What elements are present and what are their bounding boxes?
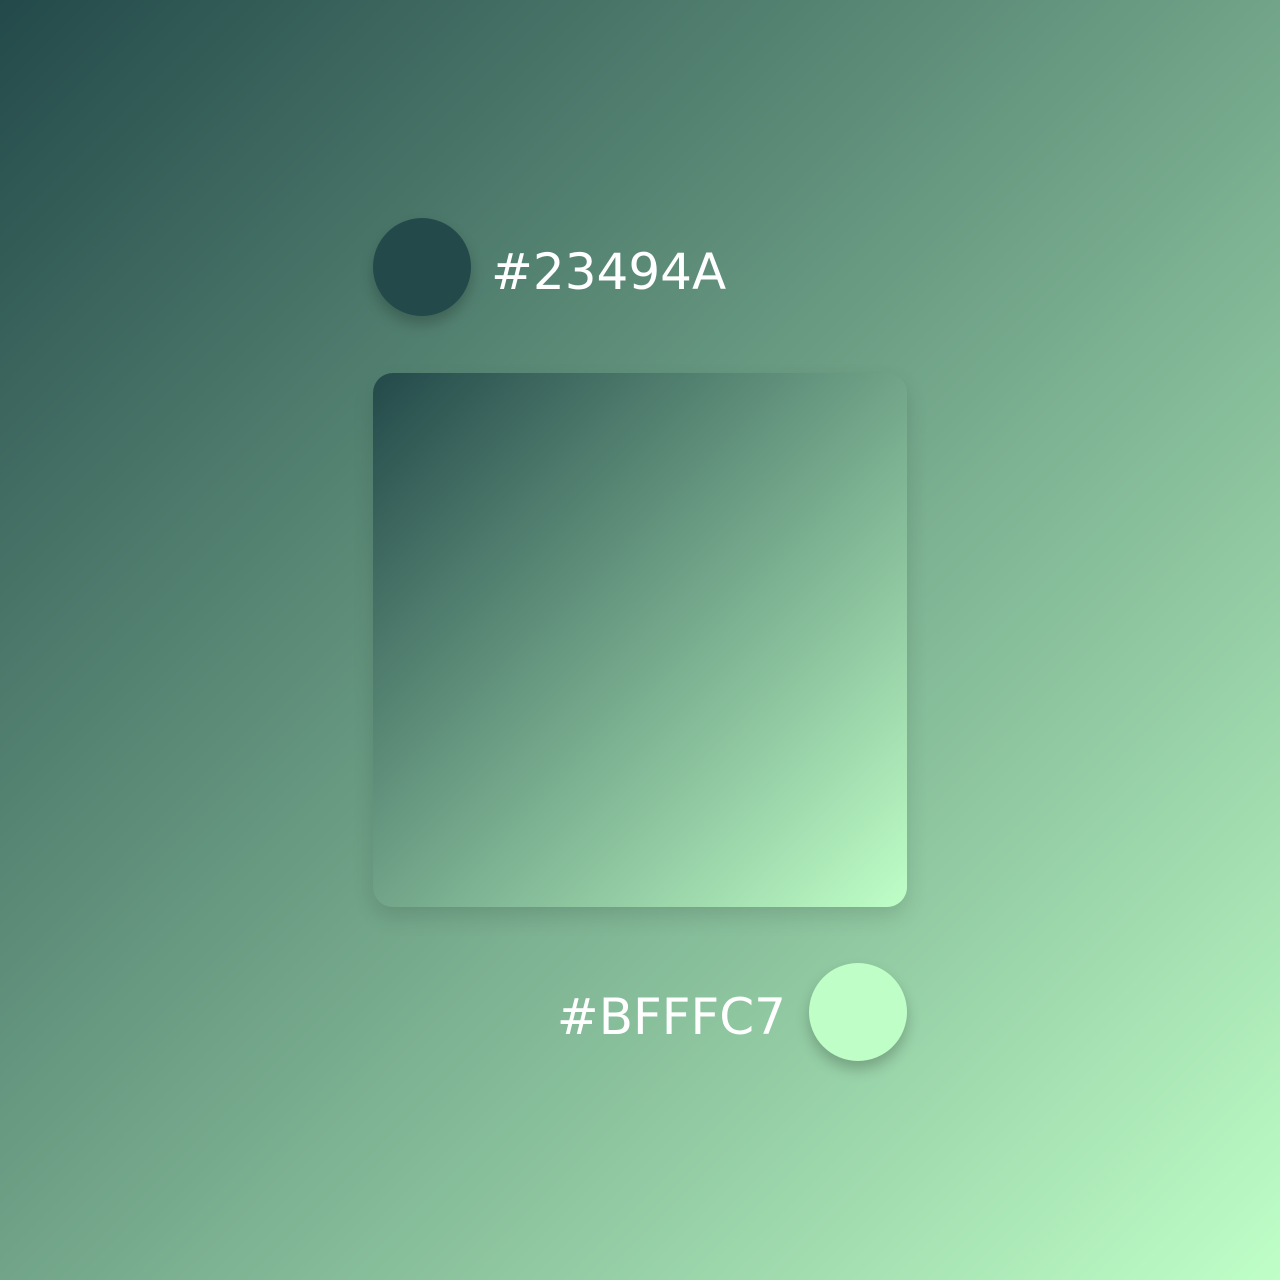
start-color-swatch	[373, 218, 471, 316]
end-color-swatch	[809, 963, 907, 1061]
start-color-hex-label: #23494A	[491, 243, 727, 301]
end-color-hex-label: #BFFFC7	[556, 988, 786, 1046]
gradient-preview-square	[373, 373, 907, 907]
